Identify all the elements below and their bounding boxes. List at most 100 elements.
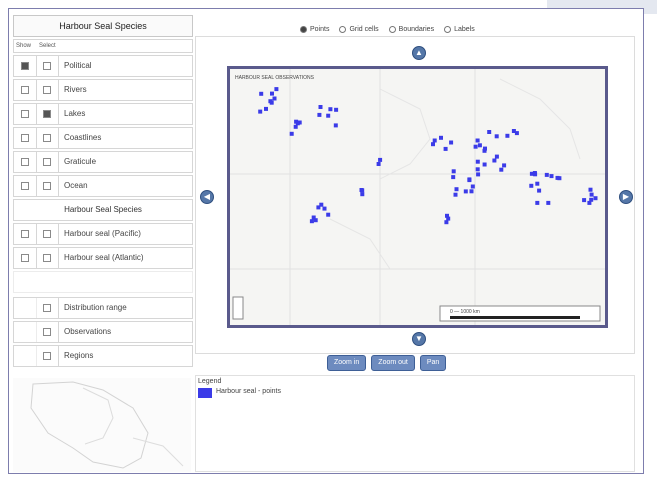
legend-title: Legend [198,378,222,385]
seal-point [293,124,298,129]
seal-point [446,216,451,221]
layer-header-row: Show Select [13,39,193,53]
layer-row[interactable]: Rivers [13,79,193,101]
show-checkbox[interactable] [21,254,29,262]
seal-point [494,154,499,159]
show-checkbox[interactable] [21,86,29,94]
show-checkbox[interactable] [21,62,29,70]
seal-point [463,189,468,194]
seal-point [313,218,318,223]
col-header-show: Show [16,43,32,49]
extra-row[interactable]: Distribution range [13,297,193,319]
seal-point [378,157,383,162]
select-checkbox[interactable] [43,158,51,166]
seal-point [475,167,480,172]
show-checkbox[interactable] [21,182,29,190]
show-checkbox[interactable] [21,110,29,118]
select-checkbox[interactable] [43,110,51,118]
seal-point [454,187,459,192]
spacer-row [13,271,193,293]
panel-title: Harbour Seal Species [13,15,193,37]
extra-row[interactable]: Observations [13,321,193,343]
option-grid-cells[interactable]: Grid cells [339,25,379,33]
seal-points [258,87,598,225]
select-checkbox[interactable] [43,182,51,190]
species-row[interactable]: Harbour seal (Pacific) [13,223,193,245]
seal-point [537,188,542,193]
layer-panel: Harbour Seal Species Show Select Politic… [13,15,193,377]
radio-button[interactable] [444,25,452,33]
seal-point [482,162,487,167]
seal-point [477,143,482,148]
radio-button[interactable] [388,25,396,33]
seal-point [376,162,381,166]
pan-left-icon[interactable]: ◀ [200,190,214,204]
pan-right-icon[interactable]: ▶ [619,190,633,204]
seal-point [467,178,472,183]
pan-button[interactable]: Pan [419,355,447,371]
show-checkbox[interactable] [21,230,29,238]
seal-point [473,144,478,149]
zoom-out-button[interactable]: Zoom out [371,355,415,371]
map-toolbar: Zoom in Zoom out Pan [327,355,447,371]
pan-up-icon[interactable]: ▲ [412,46,426,60]
layer-row[interactable]: Ocean [13,175,193,197]
seal-point [318,105,323,109]
species-row[interactable]: Harbour seal (Atlantic) [13,247,193,269]
seal-point [444,220,449,225]
extra-label: Distribution range [64,303,127,312]
seal-point [582,198,587,203]
seal-point [258,109,263,114]
seal-point [309,219,314,224]
seal-point [439,135,443,140]
layer-row[interactable]: Lakes [13,103,193,125]
select-checkbox[interactable] [43,328,51,336]
layer-label: Lakes [64,109,86,118]
zoom-in-button[interactable]: Zoom in [327,355,367,371]
layer-row[interactable]: Political [13,55,193,77]
select-checkbox[interactable] [43,86,51,94]
radio-button[interactable] [339,25,347,33]
select-checkbox[interactable] [43,62,51,70]
extra-row[interactable]: Regions [13,345,193,367]
seal-point [532,171,537,175]
layer-label: Ocean [64,181,88,190]
layer-row[interactable]: Coastlines [13,127,193,149]
option-points[interactable]: Points [300,25,329,33]
seal-point [272,96,277,101]
pan-down-icon[interactable]: ▼ [412,332,426,346]
select-checkbox[interactable] [43,134,51,142]
seal-point [274,87,279,92]
seal-point [326,212,331,217]
select-checkbox[interactable] [43,230,51,238]
section-title: Harbour Seal Species [13,199,193,221]
option-boundaries[interactable]: Boundaries [388,25,434,33]
seal-point [432,138,437,143]
select-checkbox[interactable] [43,304,51,312]
seal-point [514,131,519,136]
legend-swatch [198,388,212,398]
layer-label: Rivers [64,85,87,94]
seal-point [502,163,507,168]
seal-point [360,188,365,193]
seal-point [588,187,593,192]
option-labels[interactable]: Labels [444,25,475,33]
radio-button[interactable] [300,25,307,33]
layer-row[interactable]: Graticule [13,151,193,173]
seal-point [555,175,560,180]
map-view[interactable]: HARBOUR SEAL OBSERVATIONS 0 — 1000 km [227,66,608,328]
seal-point [431,142,435,147]
legend-panel: Legend Harbour seal - points [195,375,635,472]
seal-point [328,107,333,112]
show-checkbox[interactable] [21,134,29,142]
seal-point [295,121,300,126]
seal-point [499,167,504,172]
select-checkbox[interactable] [43,254,51,262]
overview-map[interactable] [13,378,191,472]
seal-point [451,175,456,180]
show-checkbox[interactable] [21,158,29,166]
select-checkbox[interactable] [43,352,51,360]
seal-point [333,123,338,128]
seal-point [505,133,510,138]
overview-map-drawing [30,381,184,469]
